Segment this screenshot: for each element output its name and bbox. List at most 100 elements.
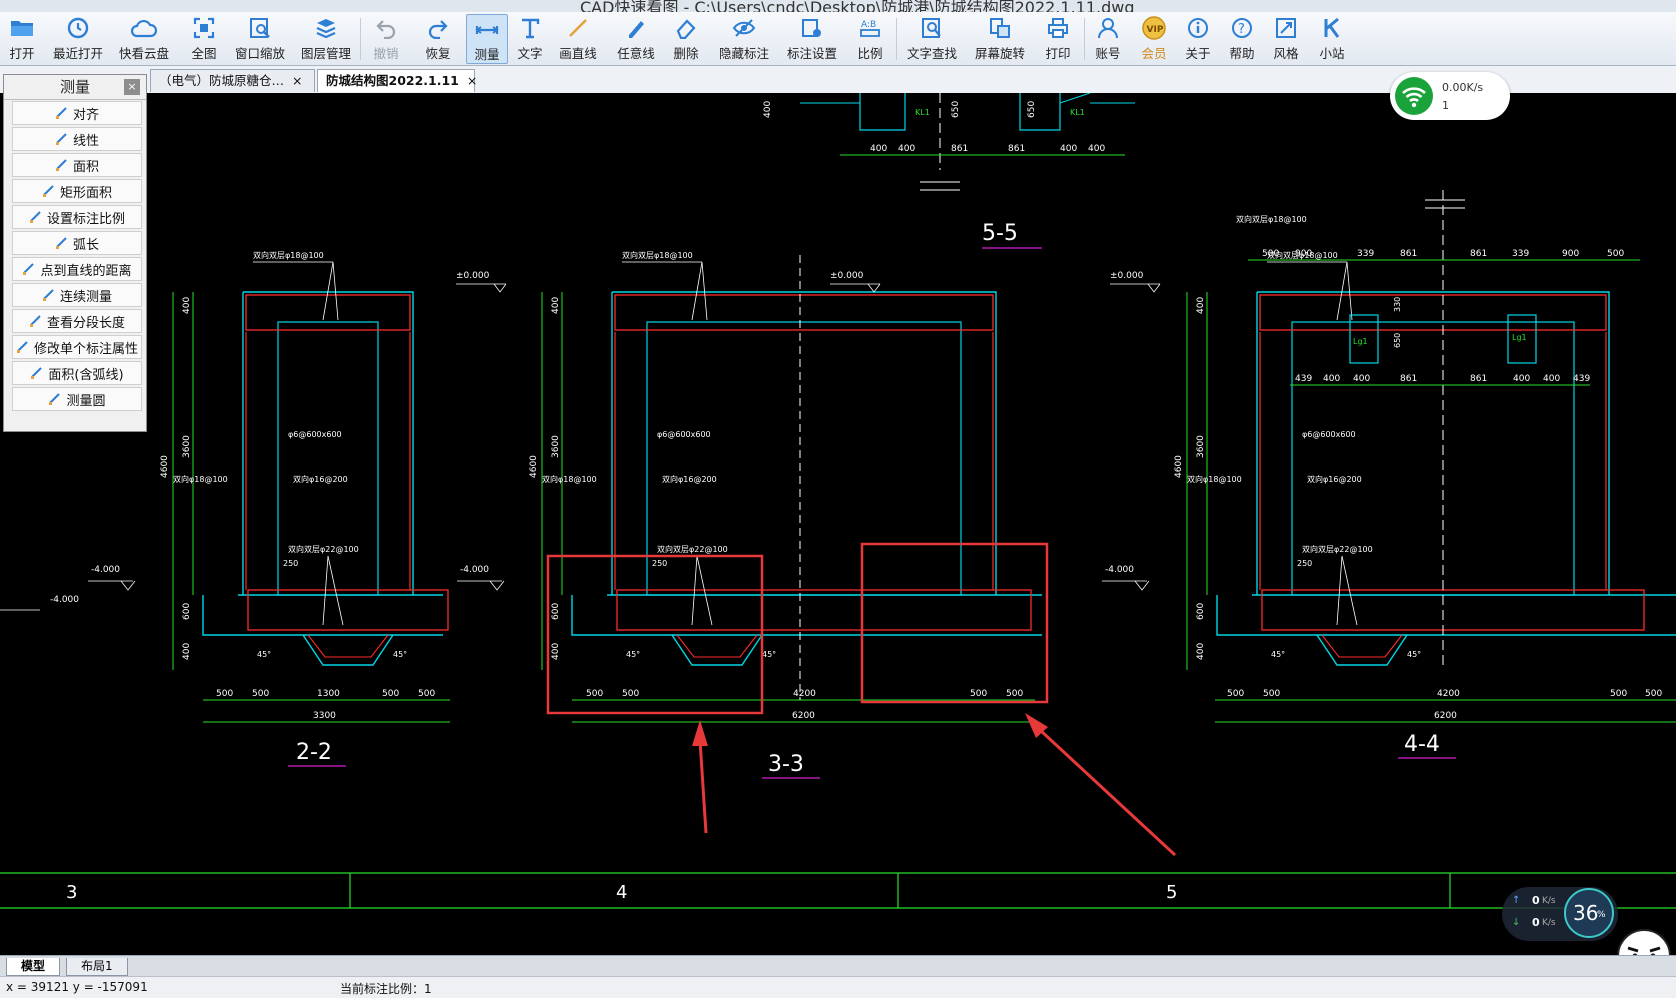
- freehand-line-button[interactable]: 任意线: [614, 14, 658, 62]
- memory-percent: 36: [1573, 901, 1599, 925]
- dimension-text: 500: [1227, 689, 1244, 699]
- pile-cap-rebar: [307, 634, 389, 658]
- measure-tool-icon: [29, 315, 41, 327]
- drawing-canvas[interactable]: 400 400 861 861 400 400 400 650 650 KL1 KL1 5-5 4600…: [0, 93, 1676, 955]
- vip-button[interactable]: VIP 会员: [1136, 14, 1172, 62]
- help-button[interactable]: ? 帮助: [1224, 14, 1260, 62]
- upload-arrow-icon: ↑: [1512, 895, 1521, 906]
- cad-drawing[interactable]: 400 400 861 861 400 400400 650 650KL1 KL15-54600…: [0, 93, 1676, 955]
- speed-widget[interactable]: ↑ 0 K/s ↓ 0 K/s 36 %: [1502, 887, 1618, 941]
- grid-label-3: 3: [66, 882, 77, 903]
- angle-label: 45°: [626, 650, 640, 659]
- text-search-button[interactable]: 文字查找: [904, 14, 960, 62]
- beam-label-kl1: KL1: [1070, 108, 1085, 117]
- measure-tool-icon: [42, 289, 54, 301]
- measure-item-label: 对齐: [72, 107, 99, 123]
- measure-panel-header: 测量 ×: [4, 75, 146, 100]
- dimension-text: 339: [1512, 249, 1529, 259]
- measure-item-point-to-line[interactable]: 点到直线的距离: [12, 257, 142, 281]
- dimension-text: 500: [252, 689, 269, 699]
- window-title-bar: CAD快速看图 - C:\Users\cndc\Desktop\防城港\防城结构…: [0, 0, 1676, 12]
- dimension-text: 3600: [1196, 435, 1206, 458]
- annotation-settings-button[interactable]: 标注设置: [784, 14, 840, 62]
- draw-line-button[interactable]: 画直线: [556, 14, 600, 62]
- measure-item-arc-length[interactable]: 弧长: [12, 231, 142, 255]
- about-button[interactable]: 关于: [1180, 14, 1216, 62]
- elevation-label: -4.000: [460, 565, 489, 575]
- toolbar-separator: [360, 18, 361, 60]
- elevation-marker: [1134, 580, 1150, 591]
- svg-text:A:B: A:B: [861, 20, 876, 30]
- tab-model[interactable]: 模型: [6, 958, 61, 976]
- delete-button[interactable]: 删除: [668, 14, 704, 62]
- tab-layout1[interactable]: 布局1: [66, 958, 128, 976]
- arrow-right: [1038, 728, 1177, 857]
- measure-item-label: 测量圆: [66, 393, 106, 409]
- measure-item-area[interactable]: 面积: [12, 153, 142, 177]
- measure-item-rect-area[interactable]: 矩形面积: [12, 179, 142, 203]
- dimension-text: 650: [951, 101, 961, 118]
- recent-open-button[interactable]: 最近打开: [50, 14, 106, 62]
- scale-button[interactable]: A:B 比例: [852, 14, 888, 62]
- account-button[interactable]: 账号: [1090, 14, 1126, 62]
- dimension-text: 900: [1562, 249, 1579, 259]
- dimension-text: 400: [1543, 374, 1560, 384]
- pile-cap-rebar: [676, 634, 758, 658]
- dimension-text: 400: [763, 101, 773, 118]
- elevation-label: ±0.000: [830, 271, 864, 281]
- wifi-icon: [1395, 77, 1433, 115]
- close-tab-icon[interactable]: ×: [467, 73, 477, 88]
- measure-item-set-annotation-scale[interactable]: 设置标注比例: [12, 205, 142, 229]
- layer-manager-button[interactable]: 图层管理: [298, 14, 354, 62]
- dimension-text: 400: [870, 144, 887, 154]
- drawing-line: [701, 261, 708, 321]
- measure-item-segment-length[interactable]: 查看分段长度: [12, 309, 142, 333]
- tab-electrical-drawing[interactable]: （电气）防城原糖仓… ×: [150, 69, 315, 92]
- undo-button[interactable]: 撤销: [368, 14, 404, 62]
- measure-item-measure-circle[interactable]: 测量圆: [12, 387, 142, 411]
- open-button[interactable]: 打开: [4, 14, 40, 62]
- drawing-line: [332, 261, 339, 321]
- print-button[interactable]: 打印: [1040, 14, 1076, 62]
- tab-structure-drawing[interactable]: 防城结构图2022.1.11 ×: [317, 69, 477, 92]
- beam-label-lg1: Lg1: [1512, 333, 1527, 342]
- measure-tool-icon: [16, 341, 28, 353]
- cloud-disk-button[interactable]: 快看云盘: [116, 14, 172, 62]
- measure-item-area-with-arc[interactable]: 面积(含弧线): [12, 361, 142, 385]
- elevation-label: ±0.000: [1110, 271, 1144, 281]
- style-button[interactable]: 风格: [1268, 14, 1304, 62]
- measure-item-label: 矩形面积: [59, 185, 112, 201]
- dimension-text: 3300: [313, 711, 336, 721]
- measure-item-label: 面积: [72, 159, 99, 175]
- measure-item-edit-annotation[interactable]: 修改单个标注属性: [12, 335, 142, 359]
- layout-tab-bar: 模型 布局1: [0, 955, 1676, 976]
- rebar-note: 双向双层φ22@100: [1302, 544, 1373, 554]
- dimension-text: 400: [1060, 144, 1077, 154]
- close-panel-icon[interactable]: ×: [124, 79, 140, 95]
- fit-all-button[interactable]: 全图: [186, 14, 222, 62]
- text-button[interactable]: 文字: [512, 14, 548, 62]
- measure-item-continuous-measure[interactable]: 连续测量: [12, 283, 142, 307]
- upload-unit: K/s: [1542, 896, 1556, 906]
- rebar-note: 双向φ18@100: [173, 474, 228, 484]
- measure-item-align[interactable]: 对齐: [12, 101, 142, 125]
- measure-item-linear[interactable]: 线性: [12, 127, 142, 151]
- network-widget[interactable]: 0.00K/s 1: [1390, 72, 1510, 120]
- close-tab-icon[interactable]: ×: [292, 73, 302, 88]
- rebar-note: 双向φ18@100: [542, 474, 597, 484]
- user-icon: [1098, 18, 1118, 39]
- measure-item-label: 连续测量: [59, 289, 112, 305]
- rebar-note: 双向φ16@200: [293, 474, 348, 484]
- help-icon: ?: [1232, 18, 1252, 38]
- window-zoom-button[interactable]: 窗口缩放: [232, 14, 288, 62]
- beam-label-lg1: Lg1: [1353, 337, 1368, 346]
- measure-button[interactable]: 测量: [466, 14, 508, 64]
- dimension-text: 4200: [1437, 689, 1460, 699]
- redo-button[interactable]: 恢复: [420, 14, 456, 62]
- dimension-text: 400: [898, 144, 915, 154]
- mini-site-button[interactable]: 小站: [1314, 14, 1350, 62]
- hide-annotation-button[interactable]: 隐藏标注: [716, 14, 772, 62]
- rotate-screen-button[interactable]: 屏幕旋转: [972, 14, 1028, 62]
- dimension-text: 400: [1196, 297, 1206, 314]
- rebar-note: 双向双层φ18@100: [1236, 214, 1307, 224]
